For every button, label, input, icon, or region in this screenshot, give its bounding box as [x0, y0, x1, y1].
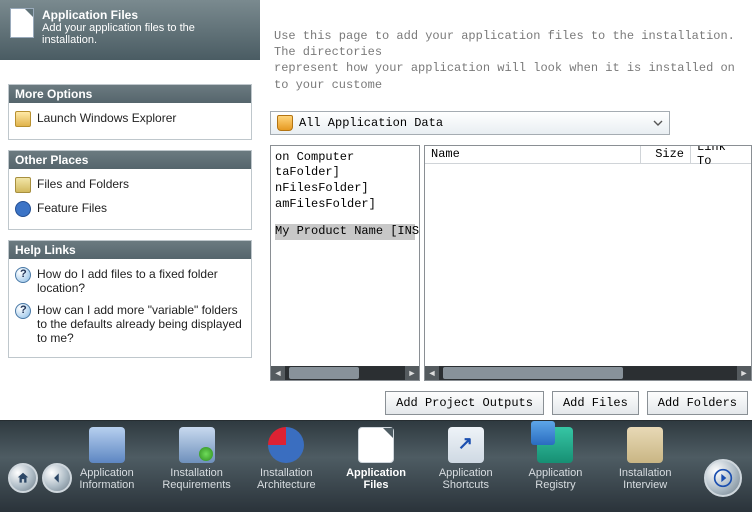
item-label: Feature Files: [37, 201, 107, 215]
feature-files-link[interactable]: Feature Files: [15, 199, 245, 223]
filter-combo[interactable]: All Application Data: [270, 111, 670, 135]
scroll-right-icon[interactable]: ►: [405, 366, 419, 380]
data-icon: [277, 115, 293, 131]
add-folders-button[interactable]: Add Folders: [647, 391, 748, 415]
scroll-thumb[interactable]: [443, 367, 623, 379]
nav-app-files[interactable]: ApplicationFiles: [339, 425, 413, 508]
intro-text: Use this page to add your application fi…: [270, 0, 752, 111]
home-button[interactable]: [8, 463, 38, 493]
files-icon: [358, 427, 394, 463]
nav-install-interview[interactable]: InstallationInterview: [608, 425, 682, 508]
tree-line[interactable]: taFolder]: [275, 165, 415, 181]
tree-line[interactable]: nFilesFolder]: [275, 181, 415, 197]
help-icon: [15, 303, 31, 319]
folder-tree[interactable]: on Computer taFolder] nFilesFolder] amFi…: [270, 145, 420, 381]
help-icon: [15, 267, 31, 283]
feature-icon: [15, 201, 31, 217]
help-link-variable-folders[interactable]: How can I add more "variable" folders to…: [15, 301, 245, 351]
page-subtitle: Add your application files to the instal…: [42, 22, 250, 46]
add-files-button[interactable]: Add Files: [552, 391, 639, 415]
tree-line[interactable]: amFilesFolder]: [275, 197, 415, 213]
item-label: How can I add more "variable" folders to…: [37, 303, 245, 345]
nav-app-information[interactable]: ApplicationInformation: [70, 425, 144, 508]
column-link[interactable]: Link To: [691, 146, 751, 163]
chevron-down-icon: [653, 118, 663, 128]
item-label: How do I add files to a fixed folder loc…: [37, 267, 245, 295]
panel-title: More Options: [9, 85, 251, 103]
panel-title: Help Links: [9, 241, 251, 259]
requirements-icon: [179, 427, 215, 463]
help-link-fixed-folder[interactable]: How do I add files to a fixed folder loc…: [15, 265, 245, 301]
column-name[interactable]: Name: [425, 146, 641, 163]
scroll-left-icon[interactable]: ◄: [271, 366, 285, 380]
scroll-left-icon[interactable]: ◄: [425, 366, 439, 380]
file-list[interactable]: Name Size Link To ◄ ►: [424, 145, 752, 381]
panel-title: Other Places: [9, 151, 251, 169]
item-label: Launch Windows Explorer: [37, 111, 176, 125]
list-scrollbar[interactable]: ◄ ►: [425, 366, 751, 380]
shortcuts-icon: [448, 427, 484, 463]
panel-other-places: Other Places Files and Folders Feature F…: [8, 150, 252, 230]
tree-line[interactable]: on Computer: [275, 150, 415, 166]
page-title: Application Files: [42, 8, 250, 22]
folder-icon: [15, 111, 31, 127]
files-folders-link[interactable]: Files and Folders: [15, 175, 245, 199]
combo-value: All Application Data: [299, 116, 443, 130]
add-project-outputs-button[interactable]: Add Project Outputs: [385, 391, 544, 415]
panel-more-options: More Options Launch Windows Explorer: [8, 84, 252, 140]
nav-install-architecture[interactable]: InstallationArchitecture: [249, 425, 323, 508]
nav-install-requirements[interactable]: InstallationRequirements: [160, 425, 234, 508]
registry-icon: [537, 427, 573, 463]
file-icon: [10, 8, 34, 38]
scroll-thumb[interactable]: [289, 367, 359, 379]
tree-selected[interactable]: My Product Name [INSTALLD: [275, 224, 415, 240]
architecture-icon: [268, 427, 304, 463]
nav-app-shortcuts[interactable]: ApplicationShortcuts: [429, 425, 503, 508]
bottom-nav: ApplicationInformation InstallationRequi…: [0, 420, 752, 512]
nav-app-registry[interactable]: ApplicationRegistry: [519, 425, 593, 508]
folder-icon: [15, 177, 31, 193]
panel-help-links: Help Links How do I add files to a fixed…: [8, 240, 252, 358]
item-label: Files and Folders: [37, 177, 129, 191]
interview-icon: [627, 427, 663, 463]
back-button[interactable]: [42, 463, 72, 493]
forward-button[interactable]: [704, 459, 742, 497]
scroll-right-icon[interactable]: ►: [737, 366, 751, 380]
launch-explorer-link[interactable]: Launch Windows Explorer: [15, 109, 245, 133]
sidebar: Application Files Add your application f…: [0, 0, 260, 420]
column-size[interactable]: Size: [641, 146, 691, 163]
column-headers: Name Size Link To: [425, 146, 751, 164]
sidebar-header: Application Files Add your application f…: [0, 0, 260, 60]
main-area: Use this page to add your application fi…: [270, 0, 752, 420]
info-icon: [89, 427, 125, 463]
tree-scrollbar[interactable]: ◄ ►: [271, 366, 419, 380]
